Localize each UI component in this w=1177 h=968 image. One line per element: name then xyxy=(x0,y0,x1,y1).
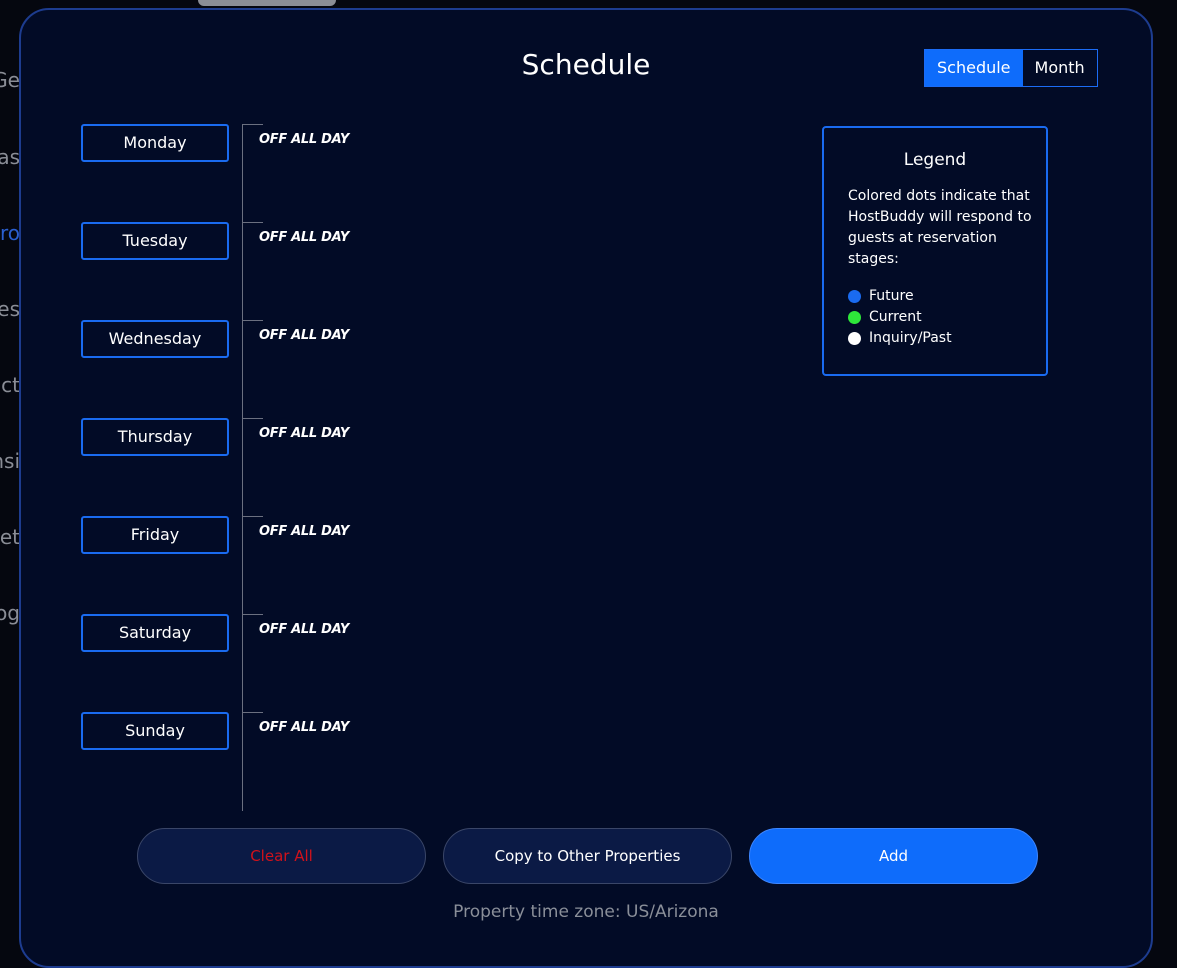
day-status: OFF ALL DAY xyxy=(259,230,349,245)
toggle-schedule[interactable]: Schedule xyxy=(925,50,1023,86)
day-button-sunday[interactable]: Sunday xyxy=(81,712,229,750)
legend-label: Future xyxy=(869,288,914,304)
timeline-tick xyxy=(242,124,263,125)
background-sidebar-item: ro xyxy=(0,221,20,245)
day-button-saturday[interactable]: Saturday xyxy=(81,614,229,652)
legend-description: Colored dots indicate that HostBuddy wil… xyxy=(848,188,1032,267)
legend-box: Legend Colored dots indicate that HostBu… xyxy=(822,126,1048,376)
copy-to-other-properties-button[interactable]: Copy to Other Properties xyxy=(443,828,732,884)
background-sidebar-item: Ge xyxy=(0,68,20,92)
background-sidebar-item: nsi xyxy=(0,449,20,473)
background-element xyxy=(198,0,336,6)
day-status: OFF ALL DAY xyxy=(259,622,349,637)
timeline-tick xyxy=(242,222,263,223)
toggle-month[interactable]: Month xyxy=(1023,50,1097,86)
day-button-friday[interactable]: Friday xyxy=(81,516,229,554)
timeline-tick xyxy=(242,516,263,517)
dot-icon xyxy=(848,310,861,324)
legend-title: Legend xyxy=(903,150,967,170)
day-button-tuesday[interactable]: Tuesday xyxy=(81,222,229,260)
day-status: OFF ALL DAY xyxy=(259,132,349,147)
add-button[interactable]: Add xyxy=(749,828,1038,884)
day-status: OFF ALL DAY xyxy=(259,524,349,539)
day-button-monday[interactable]: Monday xyxy=(81,124,229,162)
day-button-wednesday[interactable]: Wednesday xyxy=(81,320,229,358)
dot-icon xyxy=(848,331,861,345)
background-sidebar-item: og xyxy=(0,601,20,625)
timezone-label: Property time zone: US/Arizona xyxy=(453,902,719,922)
schedule-modal: Schedule Schedule Month Monday OFF ALL D… xyxy=(19,8,1153,968)
background-sidebar-item: as xyxy=(0,145,20,169)
timeline-tick xyxy=(242,712,263,713)
background-sidebar-item: les xyxy=(0,297,20,321)
clear-all-button[interactable]: Clear All xyxy=(137,828,426,884)
legend-label: Inquiry/Past xyxy=(869,330,952,346)
timeline-tick xyxy=(242,320,263,321)
day-button-thursday[interactable]: Thursday xyxy=(81,418,229,456)
day-status: OFF ALL DAY xyxy=(259,720,349,735)
legend-item-future: Future xyxy=(848,288,914,304)
timeline-line xyxy=(242,125,243,811)
background-sidebar-item: et xyxy=(0,525,20,549)
legend-label: Current xyxy=(869,309,922,325)
timeline-tick xyxy=(242,614,263,615)
day-status: OFF ALL DAY xyxy=(259,328,349,343)
dot-icon xyxy=(848,289,861,303)
legend-item-inquiry-past: Inquiry/Past xyxy=(848,330,952,346)
timeline-tick xyxy=(242,418,263,419)
background-sidebar-item: ct xyxy=(1,373,20,397)
legend-item-current: Current xyxy=(848,309,922,325)
view-toggle: Schedule Month xyxy=(924,49,1098,87)
day-status: OFF ALL DAY xyxy=(259,426,349,441)
